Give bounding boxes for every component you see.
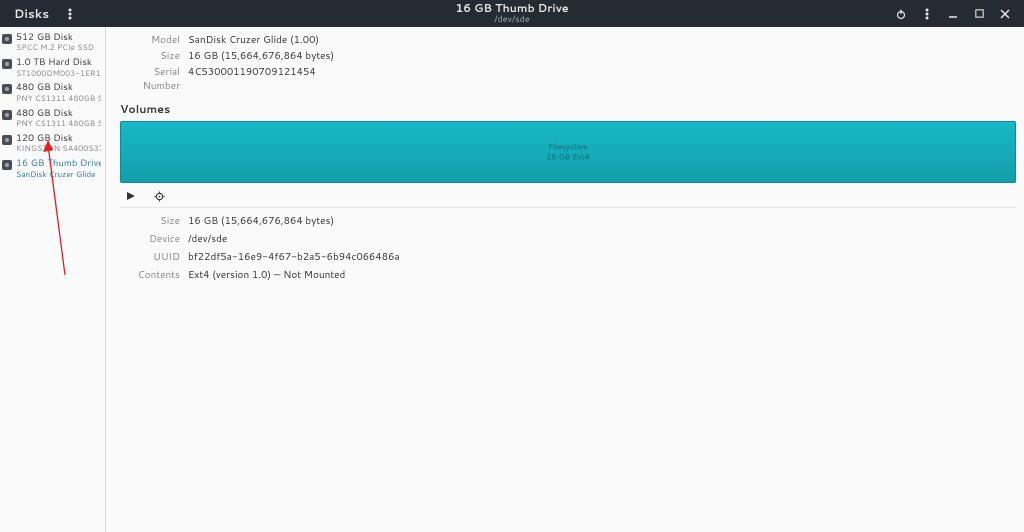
serial-value: 4C530001190709121454 (188, 65, 1016, 93)
disk-model: SPCC M.2 PCIe SSD (16, 43, 94, 52)
mount-play-icon[interactable] (124, 189, 138, 203)
model-value: SanDisk Cruzer Glide (1.00) (188, 33, 1016, 47)
maximize-icon[interactable] (970, 5, 988, 23)
vol-uuid-value: bf22df5a-16e9-4f67-b2a5-6b94c066486a (188, 250, 1016, 264)
vol-size-value: 16 GB (15,664,676,864 bytes) (188, 214, 1016, 228)
model-label: Model (120, 33, 180, 47)
disk-icon (2, 59, 12, 69)
sidebar-disk-item[interactable]: 512 GB DiskSPCC M.2 PCIe SSD (0, 31, 105, 56)
titlebar: Disks 16 GB Thumb Drive /dev/sde (0, 0, 1024, 27)
disk-model: PNY CS1311 480GB SSD (16, 94, 101, 103)
disk-icon (2, 135, 12, 145)
main-content: Model SanDisk Cruzer Glide (1.00) Size 1… (106, 27, 1024, 532)
close-icon[interactable] (996, 5, 1014, 23)
volume-toolbar (120, 183, 1016, 208)
sidebar: 512 GB DiskSPCC M.2 PCIe SSD1.0 TB Hard … (0, 27, 106, 532)
disk-model: PNY CS1311 480GB SSD (16, 119, 101, 128)
app-title: Disks (14, 5, 49, 22)
sidebar-disk-item[interactable]: 480 GB DiskPNY CS1311 480GB SSD (0, 81, 105, 106)
serial-label: Serial Number (120, 65, 180, 93)
disk-icon (2, 160, 12, 170)
disk-model: KINGSTON SA400S37120G (16, 144, 101, 153)
sidebar-disk-item[interactable]: 1.0 TB Hard DiskST1000DM003-1ER162 (0, 56, 105, 81)
vol-uuid-label: UUID (120, 250, 180, 264)
disk-icon (2, 34, 12, 44)
drive-menu-icon[interactable] (918, 5, 936, 23)
power-icon[interactable] (892, 5, 910, 23)
size-value: 16 GB (15,664,676,864 bytes) (188, 49, 1016, 63)
disk-model: SanDisk Cruzer Glide (16, 170, 101, 179)
volumes-heading: Volumes (120, 101, 1016, 117)
disk-icon (2, 110, 12, 120)
volume-partition[interactable]: Filesystem 16 GB Ext4 (120, 121, 1016, 183)
vol-size-label: Size (120, 214, 180, 228)
sidebar-disk-item[interactable]: 480 GB DiskPNY CS1311 480GB SSD (0, 107, 105, 132)
volume-settings-gear-icon[interactable] (152, 189, 166, 203)
sidebar-disk-item[interactable]: 16 GB Thumb DriveSanDisk Cruzer Glide (0, 157, 105, 182)
vol-contents-label: Contents (120, 268, 180, 282)
vol-contents-value: Ext4 (version 1.0) — Not Mounted (188, 268, 1016, 282)
volume-label: Filesystem 16 GB Ext4 (546, 142, 590, 161)
disk-icon (2, 84, 12, 94)
size-label: Size (120, 49, 180, 63)
vol-device-value: /dev/sde (188, 232, 1016, 246)
sidebar-disk-item[interactable]: 120 GB DiskKINGSTON SA400S37120G (0, 132, 105, 157)
disk-model: ST1000DM003-1ER162 (16, 69, 101, 78)
minimize-icon[interactable] (944, 5, 962, 23)
app-menu-icon[interactable] (61, 5, 79, 23)
vol-device-label: Device (120, 232, 180, 246)
header-center: 16 GB Thumb Drive /dev/sde (455, 2, 568, 25)
